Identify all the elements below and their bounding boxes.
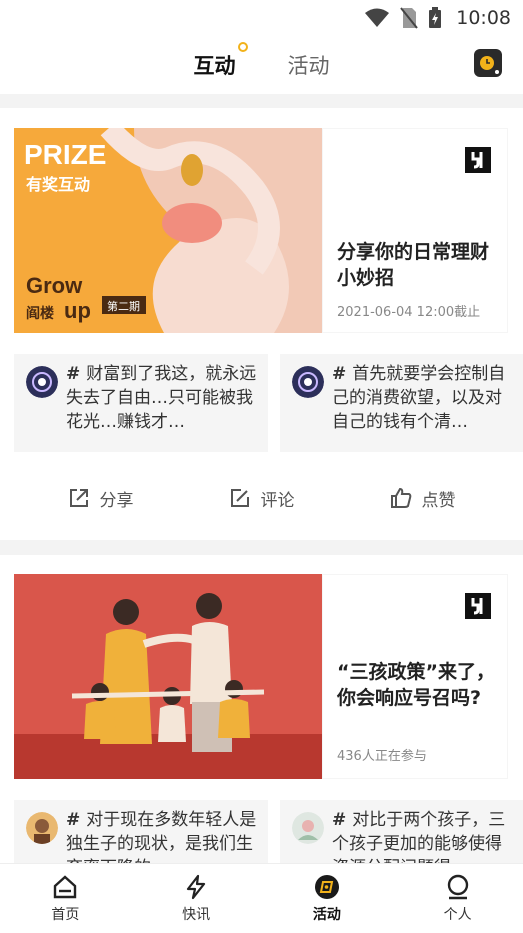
brand-logo-icon: [465, 593, 491, 619]
like-button[interactable]: 点赞: [390, 486, 456, 511]
comment-label: 评论: [260, 490, 295, 511]
clock-app-icon[interactable]: [473, 48, 503, 78]
comment-text: 首先就要学会控制自己的消费欲望，以及对自己的钱有个清…: [332, 364, 506, 432]
home-icon: [54, 875, 77, 899]
card-info: “三孩政策”来了，你会响应号召吗? 436人正在参与: [322, 574, 508, 779]
nav-profile[interactable]: 个人: [392, 864, 523, 933]
banner-prize-text: PRIZE: [24, 139, 106, 170]
bottom-nav: 首页 快讯 活动 个人: [0, 863, 523, 933]
hash-symbol: #: [66, 810, 81, 830]
comment-preview[interactable]: # 财富到了我这，就永远失去了自由…只可能被我花光…赚钱才…: [14, 354, 268, 452]
like-label: 点赞: [421, 490, 456, 511]
no-sim-icon: [400, 7, 419, 29]
wifi-icon: [365, 8, 390, 27]
flash-icon: [187, 874, 206, 900]
card-title[interactable]: 分享你的日常理财小妙招: [337, 239, 497, 291]
comment-preview[interactable]: # 首先就要学会控制自己的消费欲望，以及对自己的钱有个清…: [280, 354, 523, 452]
card-banner-image[interactable]: PRIZE 有奖互动 Grow 阎楼 up 第二期: [14, 128, 322, 333]
profile-icon: [447, 874, 468, 900]
nav-home[interactable]: 首页: [0, 864, 131, 933]
participant-count: 436人正在参与: [337, 749, 427, 764]
thumbs-up-icon: [390, 487, 411, 508]
nav-activity[interactable]: 活动: [262, 864, 393, 933]
status-bar: 10:08: [0, 0, 523, 36]
status-time: 10:08: [456, 7, 511, 29]
nav-profile-label: 个人: [443, 907, 472, 923]
activity-card[interactable]: PRIZE 有奖互动 Grow 阎楼 up 第二期 分享你的日常理财小妙招 20…: [0, 108, 523, 540]
activity-icon: [314, 875, 339, 899]
banner-up-text: up: [64, 298, 91, 323]
tab-indicator-dot: [237, 42, 248, 52]
nav-flash[interactable]: 快讯: [131, 864, 262, 933]
tab-interaction-label: 互动: [193, 54, 236, 78]
comment-edit-icon: [230, 489, 249, 507]
banner-subtitle-text: 有奖互动: [26, 175, 90, 194]
banner-up-prefix: 阎楼: [26, 305, 54, 322]
share-button[interactable]: 分享: [68, 486, 134, 511]
share-label: 分享: [99, 490, 134, 511]
card-title[interactable]: “三孩政策”来了，你会响应号召吗?: [337, 659, 497, 711]
tab-activity[interactable]: 活动: [262, 50, 356, 80]
card-action-bar: 分享 评论 点赞: [0, 478, 523, 518]
avatar: [292, 366, 324, 398]
avatar: [292, 812, 324, 844]
card-banner-image[interactable]: [14, 574, 322, 779]
comment-button[interactable]: 评论: [229, 486, 295, 511]
activity-card[interactable]: “三孩政策”来了，你会响应号召吗? 436人正在参与 # 对于现在多数年轻人是独生…: [0, 555, 523, 898]
comment-text: 财富到了我这，就永远失去了自由…只可能被我花光…赚钱才…: [66, 364, 257, 432]
tab-activity-label: 活动: [287, 54, 330, 78]
brand-logo-icon: [465, 147, 491, 173]
banner-issue-text: 第二期: [107, 299, 140, 313]
avatar: [26, 812, 58, 844]
hash-symbol: #: [332, 364, 347, 384]
hash-symbol: #: [66, 364, 81, 384]
banner-grow-text: Grow: [26, 273, 83, 298]
comment-preview-list: # 财富到了我这，就永远失去了自由…只可能被我花光…赚钱才… # 首先就要学会控制自…: [14, 354, 523, 454]
top-tab-bar: 互动 活动: [0, 36, 523, 94]
card-deadline: 2021-06-04 12:00截止: [337, 305, 481, 320]
avatar: [26, 366, 58, 398]
tab-interaction[interactable]: 互动: [168, 42, 262, 80]
battery-charging-icon: [429, 7, 442, 28]
nav-activity-label: 活动: [312, 907, 341, 923]
card-info: 分享你的日常理财小妙招 2021-06-04 12:00截止: [322, 128, 508, 333]
nav-flash-label: 快讯: [182, 907, 211, 923]
nav-home-label: 首页: [51, 907, 80, 923]
hash-symbol: #: [332, 810, 347, 830]
share-icon: [69, 489, 88, 507]
